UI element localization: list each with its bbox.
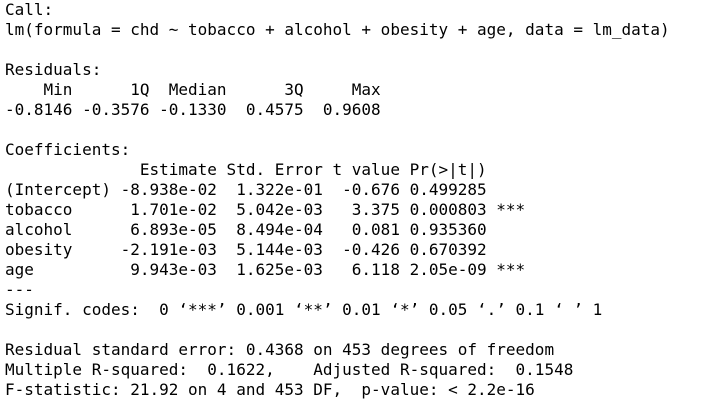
separator-line: --- [5,280,34,299]
coefficient-row: obesity -2.191e-03 5.144e-03 -0.426 0.67… [5,240,526,259]
r-console-output: Call: lm(formula = chd ~ tobacco + alcoh… [0,0,707,411]
coefficient-row: (Intercept) -8.938e-02 1.322e-01 -0.676 … [5,180,526,199]
coefficient-row: alcohol 6.893e-05 8.494e-04 0.081 0.9353… [5,220,526,239]
coefficient-row: tobacco 1.701e-02 5.042e-03 3.375 0.0008… [5,200,526,219]
residuals-values: -0.8146 -0.3576 -0.1330 0.4575 0.9608 [5,100,391,119]
coefficients-header: Estimate Std. Error t value Pr(>|t|) [5,160,526,179]
call-formula: lm(formula = chd ~ tobacco + alcohol + o… [5,20,670,39]
signif-codes: Signif. codes: 0 ‘***’ 0.001 ‘**’ 0.01 ‘… [5,300,603,319]
residuals-header: Min 1Q Median 3Q Max [5,80,391,99]
r-squared-line: Multiple R-squared: 0.1622, Adjusted R-s… [5,360,583,379]
residuals-heading: Residuals: [5,60,102,79]
f-statistic-line: F-statistic: 21.92 on 4 and 453 DF, p-va… [5,380,535,399]
coefficients-heading: Coefficients: [5,140,131,159]
call-heading: Call: [5,0,54,19]
residual-standard-error: Residual standard error: 0.4368 on 453 d… [5,340,555,359]
coefficient-row: age 9.943e-03 1.625e-03 6.118 2.05e-09 *… [5,260,526,279]
